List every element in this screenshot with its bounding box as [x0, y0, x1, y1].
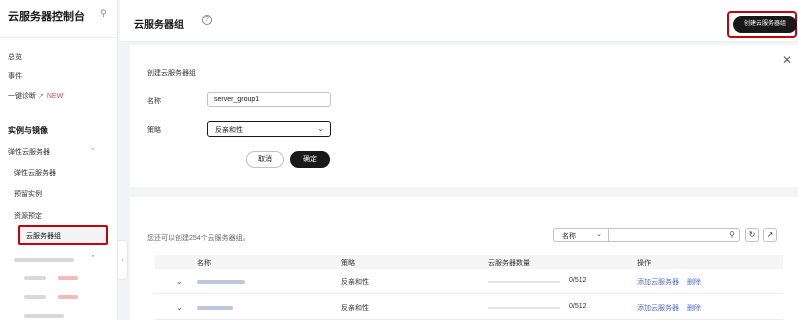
expand-icon[interactable]: ⌄	[176, 303, 183, 312]
sidebar-item-diagnose[interactable]: 一键诊断 ↗ NEW	[8, 91, 63, 101]
table-row: ⌄ 反亲和性 0/512 添加云服务器 删除	[155, 270, 783, 294]
create-server-group-button[interactable]: 创建云服务器组	[733, 16, 797, 33]
confirm-button[interactable]: 确定	[290, 151, 330, 168]
row-policy: 反亲和性	[341, 305, 369, 312]
expand-icon[interactable]: ⌄	[176, 277, 183, 286]
sidebar-item-blurred[interactable]	[24, 295, 46, 299]
close-icon[interactable]: ✕	[782, 53, 792, 67]
row-policy: 反亲和性	[341, 279, 369, 286]
usage-bar	[488, 307, 560, 309]
column-name: 名称	[197, 260, 211, 267]
chevron-up-icon[interactable]: ⌃	[90, 147, 96, 155]
sidebar-divider	[0, 37, 118, 38]
group-name-blurred[interactable]	[197, 306, 233, 310]
sidebar-item-events[interactable]: 事件	[8, 71, 22, 81]
page-title: 云服务器组	[134, 20, 184, 31]
row-count: 0/512	[569, 277, 587, 284]
table-row: ⌄ 反亲和性 0/512 添加云服务器 删除	[155, 296, 783, 320]
search-input[interactable]: ⚲	[608, 228, 740, 242]
export-icon[interactable]: ↗	[763, 228, 777, 242]
column-policy: 策略	[341, 260, 355, 267]
sidebar-collapse-handle[interactable]: ‹	[118, 240, 128, 280]
column-server-count: 云服务器数量	[488, 260, 530, 267]
column-actions: 操作	[637, 260, 651, 267]
sidebar: 云服务器控制台 ⚲ 总览 事件 一键诊断 ↗ NEW 实例与镜像 弹性云服务器 ⌃ …	[0, 0, 118, 320]
usage-bar	[488, 281, 560, 283]
filter-field-value: 名称	[562, 233, 576, 240]
policy-value: 反亲和性	[215, 127, 243, 134]
chevron-down-icon: ⌄	[317, 124, 324, 133]
sidebar-item-diagnose-label: 一键诊断	[8, 93, 36, 100]
name-label: 名称	[147, 98, 161, 105]
search-icon[interactable]: ⚲	[100, 8, 110, 18]
create-server-group-highlight: 创建云服务器组	[727, 11, 797, 38]
sidebar-item-blurred[interactable]	[14, 258, 74, 262]
policy-label: 策略	[147, 127, 161, 134]
sidebar-item-resource-reservation[interactable]: 资源预定	[14, 211, 42, 221]
sidebar-item-blurred[interactable]	[24, 314, 64, 318]
refresh-icon[interactable]: ↻	[745, 228, 759, 242]
console-title: 云服务器控制台	[8, 11, 85, 23]
page-header: 云服务器组 ? 创建云服务器组	[120, 0, 798, 42]
sidebar-item-server-groups-label: 云服务器组	[26, 233, 61, 240]
chevron-down-icon: ⌄	[596, 231, 602, 238]
cancel-button[interactable]: 取消	[246, 151, 284, 168]
quota-text: 您还可以创建254个云服务器组。	[147, 235, 250, 242]
sidebar-group-instances: 实例与镜像	[8, 126, 48, 135]
create-form-panel: ✕ 创建云服务器组 名称 策略 反亲和性 ⌄ 取消 确定	[130, 45, 798, 187]
policy-select[interactable]: 反亲和性 ⌄	[207, 121, 331, 137]
delete-link[interactable]: 删除	[687, 277, 701, 287]
group-name-blurred[interactable]	[197, 280, 245, 284]
sidebar-item-ecs-sub[interactable]: 弹性云服务器	[14, 168, 56, 178]
name-input[interactable]	[207, 92, 331, 107]
sidebar-item-blurred-badge	[58, 295, 78, 299]
server-group-list: 您还可以创建254个云服务器组。 名称 ⌄ ⚲ ↻ ↗ 名称 策略 云服务器数量…	[130, 197, 798, 320]
table-header: 名称 策略 云服务器数量 操作	[155, 255, 783, 269]
help-icon[interactable]: ?	[202, 15, 212, 25]
new-badge: NEW	[46, 93, 64, 100]
sidebar-item-ecs[interactable]: 弹性云服务器	[8, 147, 50, 157]
add-server-link[interactable]: 添加云服务器	[637, 277, 679, 287]
add-server-link[interactable]: 添加云服务器	[637, 303, 679, 313]
search-icon[interactable]: ⚲	[729, 230, 735, 239]
external-link-icon: ↗	[38, 93, 44, 100]
sidebar-item-blurred-badge	[58, 276, 78, 280]
delete-link[interactable]: 删除	[687, 303, 701, 313]
form-heading: 创建云服务器组	[147, 70, 196, 77]
sidebar-item-blurred[interactable]	[24, 276, 46, 280]
sidebar-item-overview[interactable]: 总览	[8, 52, 22, 62]
sidebar-item-server-groups[interactable]: 云服务器组	[18, 225, 108, 245]
chevron-up-icon[interactable]: ⌃	[90, 254, 96, 262]
filter-field-select[interactable]: 名称 ⌄	[553, 228, 609, 242]
row-count: 0/512	[569, 303, 587, 310]
sidebar-item-reserved[interactable]: 预留实例	[14, 189, 42, 199]
